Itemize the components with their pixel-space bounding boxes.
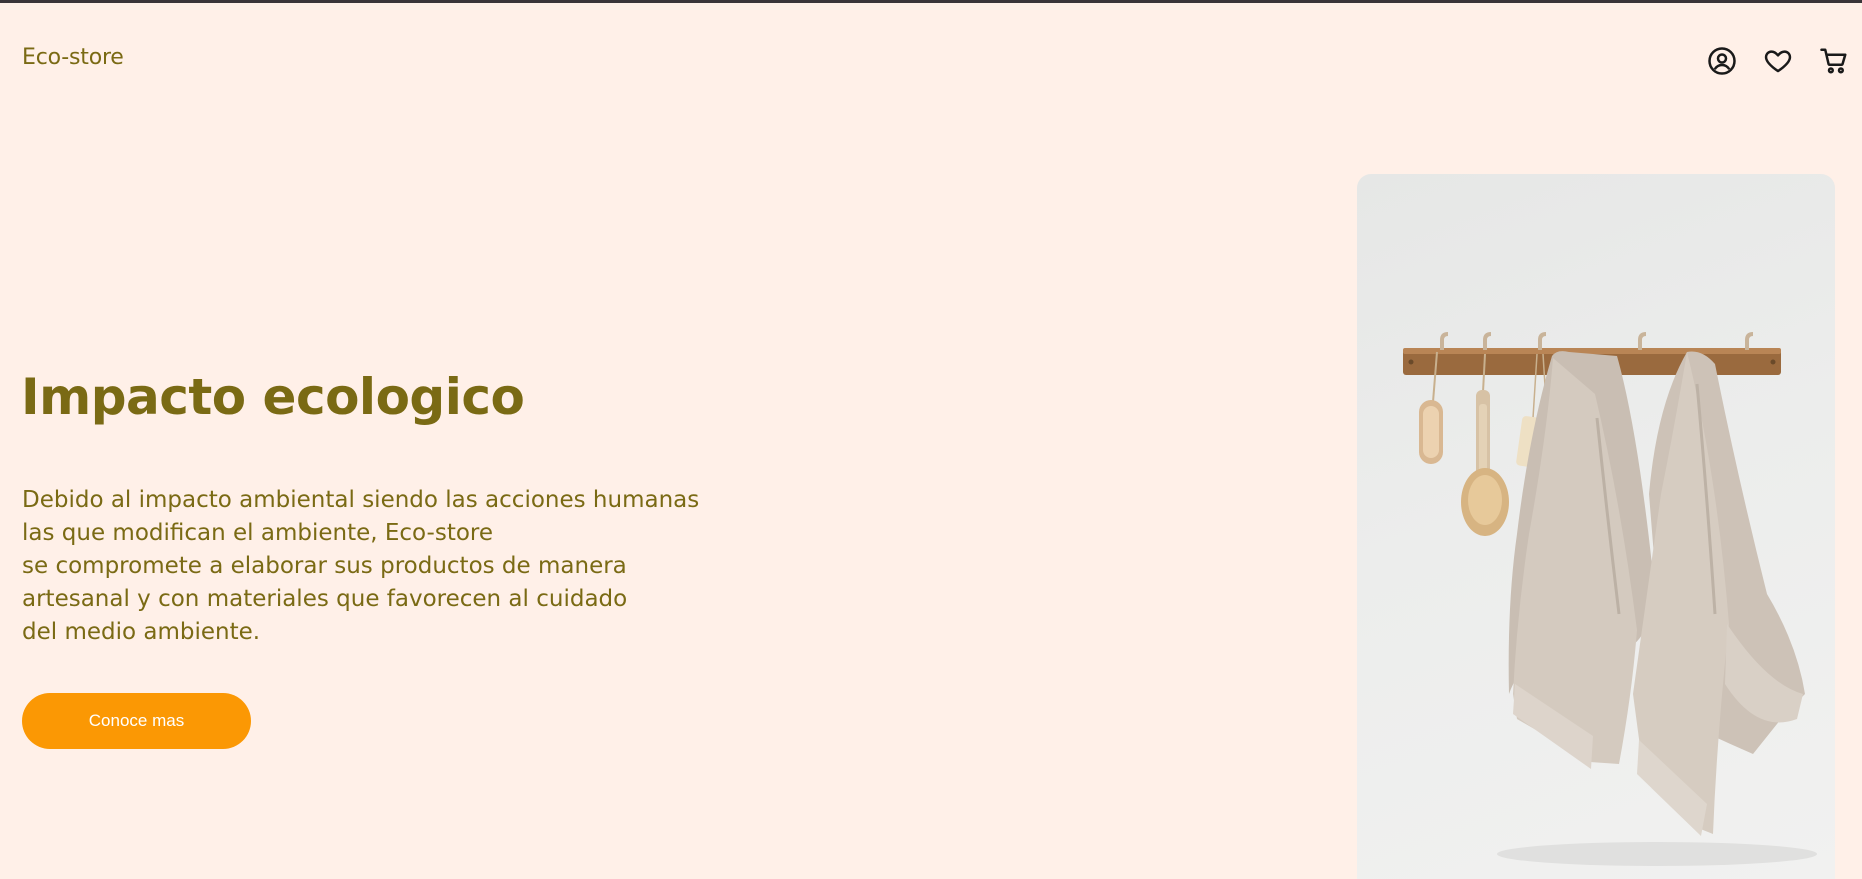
heart-icon [1764, 50, 1792, 73]
wishlist-button[interactable] [1750, 43, 1806, 79]
hero-description-line: del medio ambiente. [22, 619, 261, 645]
cart-button[interactable] [1806, 43, 1862, 79]
shopping-cart-icon [1820, 48, 1847, 74]
brand-logo-link[interactable]: Eco-store [22, 45, 124, 70]
hero-description-line: las que modifican el ambiente, Eco-store [22, 520, 494, 546]
hero-photo-towels [1357, 174, 1835, 879]
hero-description-line: Debido al impacto ambiental siendo las a… [22, 487, 700, 513]
hero-title: Impacto ecologico [21, 368, 525, 426]
learn-more-button[interactable]: Conoce mas [22, 693, 251, 749]
hero-description-line: se compromete a elaborar sus productos d… [22, 553, 627, 579]
user-account-icon [1708, 47, 1736, 75]
header-icons [1694, 43, 1862, 79]
account-button[interactable] [1694, 43, 1750, 79]
site-header: Eco-store [0, 3, 1862, 113]
towels-on-rack-illustration [1403, 332, 1817, 866]
hero-description: Debido al impacto ambiental siendo las a… [22, 484, 722, 649]
hero-description-line: artesanal y con materiales que favorecen… [22, 586, 628, 612]
